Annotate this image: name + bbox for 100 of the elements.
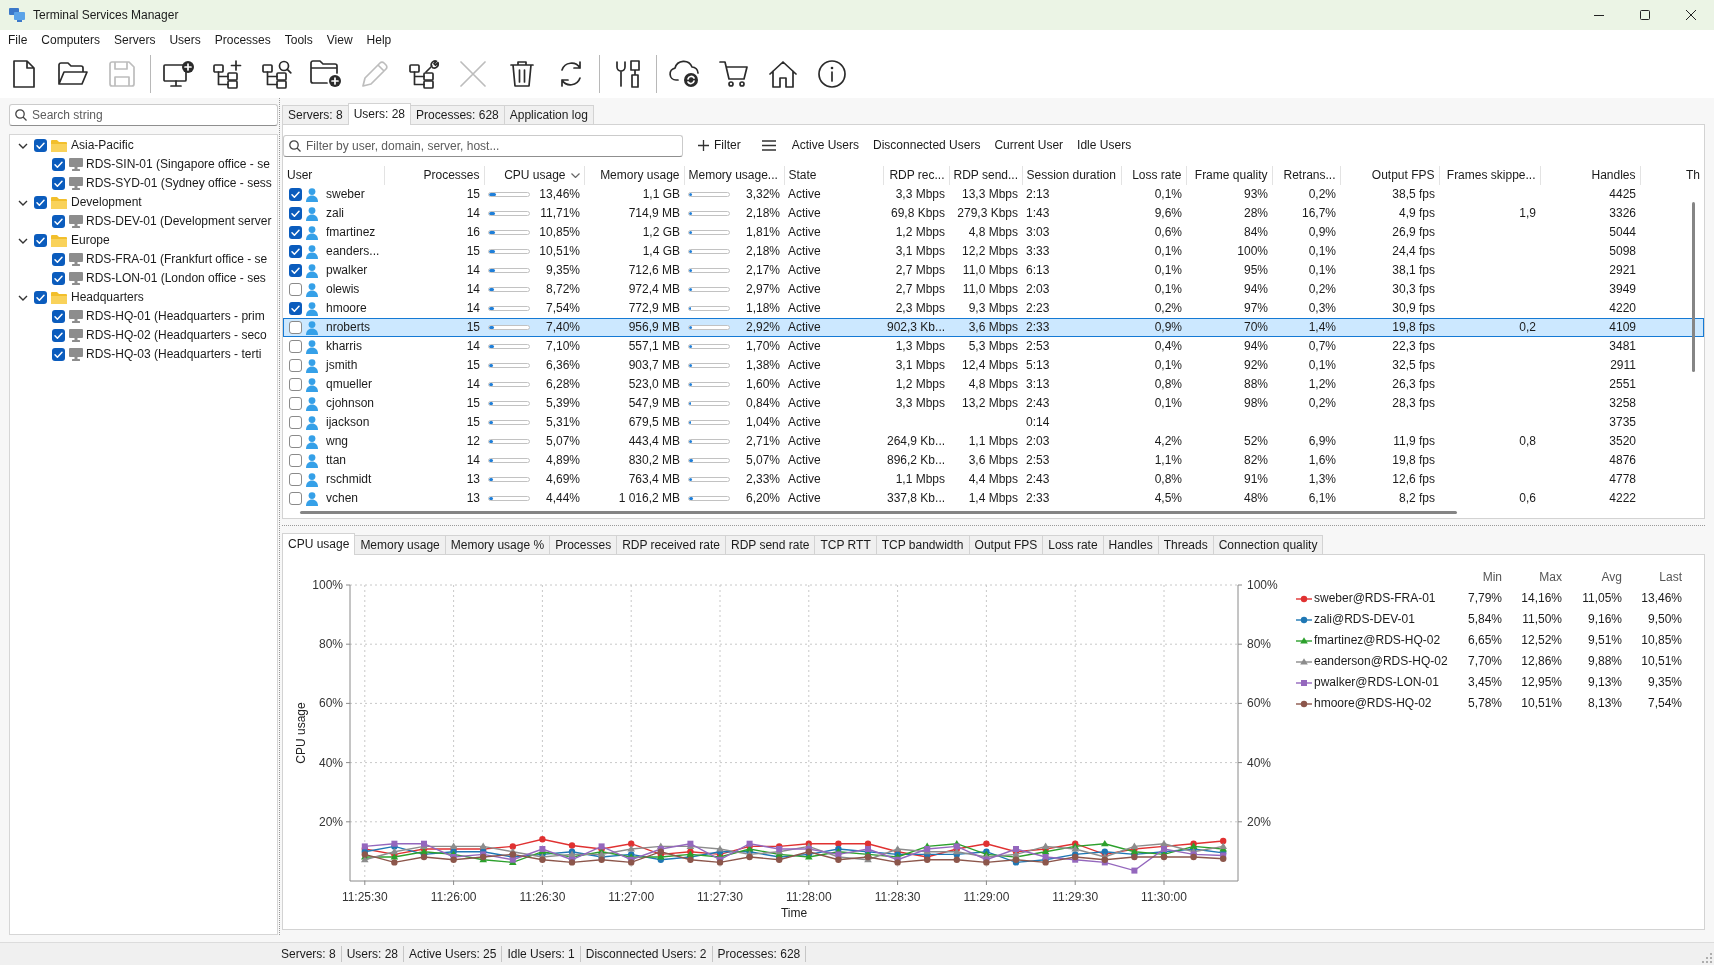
table-cell-text: Active [787,281,822,298]
legend-value: 5,84% [1466,612,1502,627]
table-cell-text: 69,8 Kbps [889,205,946,222]
table-cell-text: 2,17% [744,262,780,279]
table-cell-text: 714,9 MB [627,205,681,222]
table-cell-text: 523,0 MB [627,376,681,393]
table-cell: 0,2% [1272,185,1340,204]
table-cell-text: 6,20% [744,490,780,507]
legend-value: 10,51% [1520,696,1562,711]
legend-value: 7,79% [1466,591,1502,606]
table-cell: 15 [384,185,484,204]
table-cell-text: 24,4 fps [1391,243,1436,260]
table-cell: 956,9 MB [584,318,684,337]
table-cell: 2:23 [1022,299,1121,318]
user-name: cjohnson [326,395,375,412]
legend-label: zali@RDS-DEV-01 [1314,612,1416,627]
status-item: Disconnected Users: 2 [580,946,713,962]
table-cell-text: Active [787,433,822,450]
axis-tick-label: 40% [318,755,343,770]
legend-value: 9,35% [1646,675,1682,690]
table-cell-text: 14 [465,262,481,279]
table-cell-text: 3:33 [1025,243,1051,260]
window-title: Terminal Services Manager [33,7,179,23]
user-name: ttan [326,452,346,469]
table-cell-text: 2:33 [1025,490,1051,507]
table-cell: 3481 [1540,337,1640,356]
legend-value: 12,86% [1520,654,1562,669]
table-cell: 0,7% [1272,337,1340,356]
legend-value: 5,78% [1466,696,1502,711]
table-cell-text: 12,6 fps [1391,471,1436,488]
table-cell: 15 [384,318,484,337]
table-cell: 0,9% [1121,318,1186,337]
table-cell-text: 1 016,2 MB [617,490,681,507]
table-cell-text: 0,6% [1153,224,1183,241]
table-cell: 902,3 Kb... [883,318,949,337]
table-cell-text: 14 [465,452,481,469]
table-cell-text: 5:13 [1025,357,1051,374]
legend-value: 9,88% [1586,654,1622,669]
table-cell-text: 14 [465,281,481,298]
table-cell-text: 2,7 Mbps [894,262,946,279]
table-cell: 4109 [1540,318,1640,337]
table-cell-text: 100% [1236,243,1269,260]
table-cell-text: 30,3 fps [1391,281,1436,298]
table-cell-text: 4222 [1608,490,1637,507]
status-item: Users: 28 [341,946,405,962]
table-cell: Active [784,337,883,356]
legend-header: Avg [1600,570,1622,585]
table-cell-text: 11,71% [539,205,580,222]
table-cell: 2:13 [1022,185,1121,204]
table-cell-text: 28% [1242,205,1269,222]
table-cell-text: 1,6% [1307,452,1337,469]
table-cell-text: 712,6 MB [627,262,681,279]
table-cell-text: 5044 [1608,224,1637,241]
legend-value: 9,50% [1646,612,1682,627]
table-cell-text: 5,39% [544,395,580,412]
table-cell-text: 4,9 fps [1397,205,1436,222]
axis-tick-label: 11:25:30 [341,890,388,904]
table-cell-text: 4,89% [544,452,580,469]
table-cell: Active [784,185,883,204]
table-cell-text: 2:03 [1025,281,1051,298]
legend-value: 3,45% [1466,675,1502,690]
table-cell-text: 26,3 fps [1391,376,1436,393]
table-cell-text: 0,1% [1153,357,1183,374]
table-cell-text: 1,04% [744,414,780,431]
table-cell-text: 0,84% [744,395,780,412]
table-cell-text: 6,9% [1307,433,1337,450]
table-cell-text: 0,2% [1307,281,1337,298]
table-cell: 22,3 fps [1340,337,1439,356]
axis-tick-label: 80% [318,637,343,652]
axis-title: CPU usage [294,702,308,764]
table-cell-text: 15 [465,395,481,412]
table-cell-text: 3520 [1608,433,1637,450]
table-cell-text: 6,1% [1307,490,1337,507]
table-cell-text: 1,2 Mbps [894,376,946,393]
table-cell-text: 2,18% [744,243,780,260]
user-name: nroberts [326,319,371,336]
table-cell-text: 1,2% [1307,376,1337,393]
table-cell: 4425 [1540,185,1640,204]
table-cell-text: 15 [465,414,481,431]
legend-value: 10,85% [1640,633,1682,648]
table-cell-text: 3,6 Mbps [967,452,1019,469]
table-cell-text: 32,5 fps [1391,357,1436,374]
table-cell: 97% [1186,299,1272,318]
table-cell-text: 0,1% [1307,262,1337,279]
table-cell: 94% [1186,337,1272,356]
user-name: qmueller [326,376,373,393]
table-cell-text: 4,5% [1153,490,1183,507]
table-cell-text: 2,18% [744,205,780,222]
legend-header: Last [1658,570,1682,585]
table-cell-text: Active [787,224,822,241]
table-cell-text: 0,1% [1153,262,1183,279]
table-cell-text: 903,7 MB [627,357,681,374]
table-cell-text: 1,2 GB [641,224,681,241]
table-cell-text: 52% [1242,433,1269,450]
table-cell-text: 3258 [1608,395,1637,412]
legend-value: 8,13% [1586,696,1622,711]
table-cell-text: 337,8 Kb... [886,490,947,507]
axis-tick-label: 11:28:30 [874,890,921,904]
table-cell-text: Active [787,243,822,260]
user-name: pwalker [326,262,368,279]
